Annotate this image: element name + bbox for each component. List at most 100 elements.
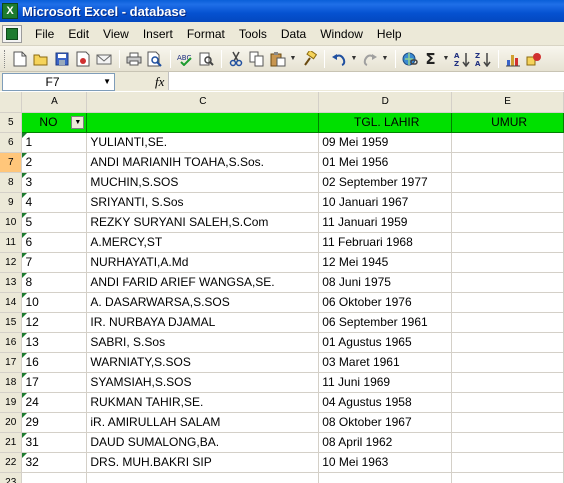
paste-options-dropdown[interactable]: ▼ — [289, 49, 297, 69]
insert-function-icon[interactable]: fx — [155, 74, 164, 90]
cell-age[interactable] — [451, 332, 564, 353]
cell-no[interactable]: 31 — [21, 432, 88, 453]
autofilter-dropdown-icon[interactable]: ▼ — [71, 115, 85, 129]
cell-name[interactable]: A. DASARWARSA,S.SOS — [86, 292, 320, 313]
row-header[interactable]: 13 — [0, 272, 23, 293]
menu-edit[interactable]: Edit — [61, 23, 96, 45]
menu-view[interactable]: View — [96, 23, 136, 45]
paste-icon[interactable] — [268, 49, 287, 69]
redo-dropdown[interactable]: ▼ — [381, 49, 389, 69]
autosum-dropdown[interactable]: ▼ — [442, 49, 450, 69]
cell-header-birth[interactable]: TGL. LAHIR — [318, 112, 453, 133]
print-preview-icon[interactable] — [145, 49, 164, 69]
open-icon[interactable] — [31, 49, 50, 69]
row-header[interactable]: 18 — [0, 372, 23, 393]
new-icon[interactable] — [10, 49, 29, 69]
cell-birth[interactable]: 04 Agustus 1958 — [318, 392, 453, 413]
cell-no[interactable]: 7 — [21, 252, 88, 273]
cell-age[interactable] — [451, 172, 564, 193]
excel-app-icon[interactable]: X — [2, 3, 18, 19]
row-header[interactable]: 19 — [0, 392, 23, 413]
cell-name[interactable]: DRS. MUH.BAKRI SIP — [86, 452, 320, 473]
autosum-icon[interactable]: Σ — [421, 49, 440, 69]
row-header[interactable]: 22 — [0, 452, 23, 473]
cell-birth[interactable]: 03 Maret 1961 — [318, 352, 453, 373]
cell-birth[interactable]: 11 Februari 1968 — [318, 232, 453, 253]
cell-birth[interactable]: 11 Juni 1969 — [318, 372, 453, 393]
cell-birth[interactable]: 11 Januari 1959 — [318, 212, 453, 233]
permission-icon[interactable] — [73, 49, 92, 69]
cell-no[interactable]: 24 — [21, 392, 88, 413]
cell-name[interactable]: MUCHIN,S.SOS — [86, 172, 320, 193]
cell-no[interactable]: 12 — [21, 312, 88, 333]
row-header[interactable]: 17 — [0, 352, 23, 373]
menu-help[interactable]: Help — [370, 23, 409, 45]
menu-tools[interactable]: Tools — [232, 23, 274, 45]
cell-name[interactable]: ANDI FARID ARIEF WANGSA,SE. — [86, 272, 320, 293]
spelling-icon[interactable]: ABC — [175, 49, 194, 69]
column-header-a[interactable]: A — [21, 92, 88, 113]
redo-icon[interactable] — [360, 49, 379, 69]
menu-file[interactable]: File — [28, 23, 61, 45]
row-header[interactable]: 5 — [0, 112, 23, 133]
sort-ascending-icon[interactable]: AZ — [452, 49, 471, 69]
row-header[interactable]: 9 — [0, 192, 23, 213]
cell-header-name[interactable] — [86, 112, 320, 133]
cell-name[interactable]: SABRI, S.Sos — [86, 332, 320, 353]
cell-age[interactable] — [451, 312, 564, 333]
cell-birth[interactable]: 08 Juni 1975 — [318, 272, 453, 293]
menu-data[interactable]: Data — [274, 23, 313, 45]
drawing-icon[interactable] — [524, 49, 543, 69]
cell-name[interactable]: RUKMAN TAHIR,SE. — [86, 392, 320, 413]
name-box[interactable]: F7 ▼ — [2, 72, 115, 91]
format-painter-icon[interactable] — [299, 49, 318, 69]
column-header-e[interactable]: E — [451, 92, 564, 113]
cell-name[interactable]: NURHAYATI,A.Md — [86, 252, 320, 273]
cell-birth[interactable]: 01 Mei 1956 — [318, 152, 453, 173]
cell-age[interactable] — [451, 212, 564, 233]
toolbar-grip[interactable] — [4, 49, 7, 68]
copy-icon[interactable] — [247, 49, 266, 69]
cell-no[interactable]: 17 — [21, 372, 88, 393]
cell-header-no[interactable]: NO ▼ — [21, 112, 88, 133]
cell-no[interactable]: 10 — [21, 292, 88, 313]
menu-insert[interactable]: Insert — [136, 23, 180, 45]
column-header-c[interactable]: C — [86, 92, 320, 113]
row-header[interactable]: 14 — [0, 292, 23, 313]
row-header[interactable]: 6 — [0, 132, 23, 153]
chart-wizard-icon[interactable] — [503, 49, 522, 69]
cell-age[interactable] — [451, 292, 564, 313]
cell-no[interactable] — [21, 472, 88, 483]
hyperlink-icon[interactable] — [400, 49, 419, 69]
sort-descending-icon[interactable]: ZA — [473, 49, 492, 69]
save-icon[interactable] — [52, 49, 71, 69]
cell-birth[interactable]: 10 Januari 1967 — [318, 192, 453, 213]
cell-age[interactable] — [451, 412, 564, 433]
cell-name[interactable]: ANDI MARIANIH TOAHA,S.Sos. — [86, 152, 320, 173]
cell-name[interactable]: WARNIATY,S.SOS — [86, 352, 320, 373]
cell-no[interactable]: 13 — [21, 332, 88, 353]
cell-no[interactable]: 1 — [21, 132, 88, 153]
row-header[interactable]: 23 — [0, 472, 23, 483]
cell-name[interactable] — [86, 472, 320, 483]
cell-age[interactable] — [451, 232, 564, 253]
cell-age[interactable] — [451, 192, 564, 213]
column-header-d[interactable]: D — [318, 92, 453, 113]
cell-age[interactable] — [451, 152, 564, 173]
cell-birth[interactable]: 08 Oktober 1967 — [318, 412, 453, 433]
select-all-corner[interactable] — [0, 92, 23, 113]
cell-birth[interactable]: 06 September 1961 — [318, 312, 453, 333]
email-icon[interactable] — [94, 49, 113, 69]
cell-name[interactable]: YULIANTI,SE. — [86, 132, 320, 153]
name-box-dropdown-icon[interactable]: ▼ — [103, 74, 111, 90]
row-header[interactable]: 10 — [0, 212, 23, 233]
research-icon[interactable] — [196, 49, 215, 69]
cell-no[interactable]: 32 — [21, 452, 88, 473]
cell-no[interactable]: 5 — [21, 212, 88, 233]
undo-icon[interactable] — [329, 49, 348, 69]
cell-age[interactable] — [451, 372, 564, 393]
cell-name[interactable]: iR. AMIRULLAH SALAM — [86, 412, 320, 433]
cell-name[interactable]: IR. NURBAYA DJAMAL — [86, 312, 320, 333]
cell-no[interactable]: 16 — [21, 352, 88, 373]
cell-age[interactable] — [451, 452, 564, 473]
